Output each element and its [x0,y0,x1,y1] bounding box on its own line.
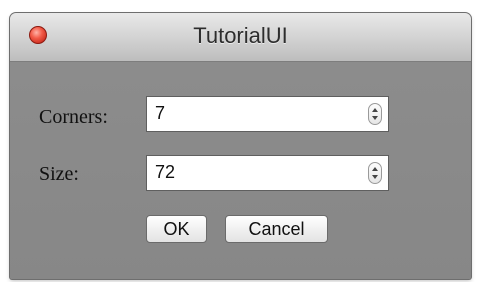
corners-stepper[interactable]: 7 [146,96,389,132]
size-label: Size: [39,163,79,185]
stepper-down-icon[interactable] [372,175,378,179]
dialog-content: Corners: 7 Size: 72 OK Cancel [10,62,471,279]
ok-button[interactable]: OK [146,215,207,243]
stepper-up-icon[interactable] [372,108,378,112]
cancel-button[interactable]: Cancel [225,215,328,243]
size-value[interactable]: 72 [155,162,175,183]
dialog-window: TutorialUI Corners: 7 Size: 72 OK Cancel [10,13,471,279]
size-stepper[interactable]: 72 [146,155,389,191]
size-stepper-arrows-icon[interactable] [368,162,382,184]
stepper-up-icon[interactable] [372,167,378,171]
corners-value[interactable]: 7 [155,103,165,124]
corners-stepper-arrows-icon[interactable] [368,103,382,125]
corners-label: Corners: [39,106,108,128]
window-title: TutorialUI [193,23,288,48]
title-bar[interactable]: TutorialUI [10,13,471,62]
stepper-down-icon[interactable] [372,116,378,120]
